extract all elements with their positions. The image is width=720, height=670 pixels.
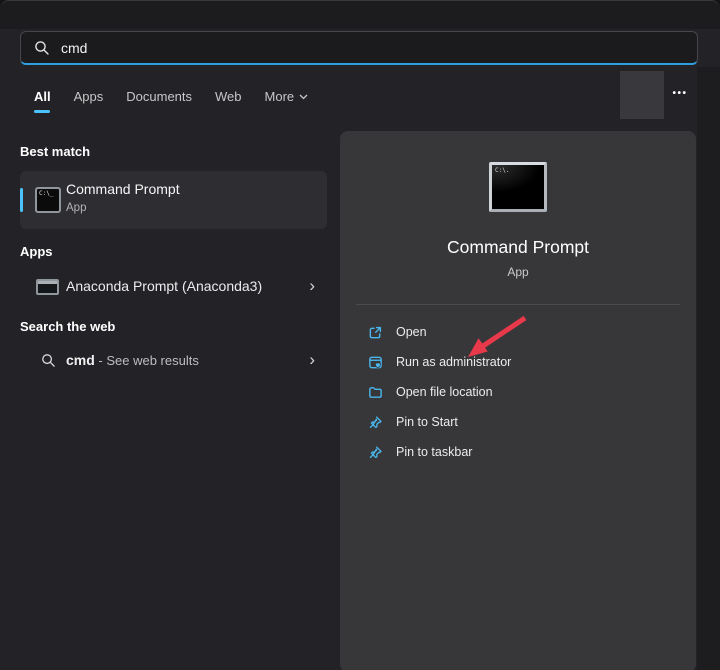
web-search-result[interactable]: cmd - See web results › — [20, 341, 327, 381]
action-label: Run as administrator — [396, 355, 511, 369]
gray-panel-artifact — [620, 71, 664, 119]
tab-apps[interactable]: Apps — [74, 89, 104, 113]
app-result-anaconda-prompt[interactable]: Anaconda Prompt (Anaconda3) › — [20, 267, 327, 307]
action-label: Pin to taskbar — [396, 445, 472, 459]
selected-tab-underline — [34, 110, 50, 113]
web-result-text: cmd - See web results — [66, 352, 199, 368]
result-title: Anaconda Prompt (Anaconda3) — [66, 278, 262, 294]
selection-accent-bar — [20, 188, 23, 212]
best-match-result-command-prompt[interactable]: C:\_ Command Prompt App — [20, 171, 327, 229]
chevron-right-icon[interactable]: › — [309, 349, 315, 371]
ellipsis-icon: ••• — [672, 88, 687, 99]
divider — [356, 304, 680, 305]
action-pin-to-taskbar[interactable]: Pin to taskbar — [340, 437, 696, 467]
preview-panel: C:\. Command Prompt App Open Run as admi… — [340, 131, 696, 670]
run-admin-icon — [368, 355, 383, 370]
window-top-strip — [0, 1, 720, 29]
best-match-header: Best match — [20, 144, 90, 159]
action-list: Open Run as administrator Open file loca… — [340, 317, 696, 467]
search-icon — [41, 353, 56, 373]
search-filter-tabs: All Apps Documents Web More — [34, 89, 308, 113]
pin-icon — [368, 445, 383, 460]
start-search-window: cmd All Apps Documents Web More ••• Best… — [0, 0, 720, 670]
tab-all[interactable]: All — [34, 89, 51, 113]
tab-more[interactable]: More — [265, 89, 309, 113]
action-label: Open file location — [396, 385, 493, 399]
search-icon — [34, 40, 50, 56]
action-run-as-administrator[interactable]: Run as administrator — [340, 347, 696, 377]
more-options-button[interactable]: ••• — [664, 85, 696, 103]
action-open-file-location[interactable]: Open file location — [340, 377, 696, 407]
preview-subtitle: App — [340, 265, 696, 279]
search-input[interactable]: cmd — [20, 31, 698, 65]
anaconda-prompt-icon — [36, 279, 59, 295]
action-label: Open — [396, 325, 427, 339]
search-the-web-header: Search the web — [20, 319, 115, 334]
tab-web[interactable]: Web — [215, 89, 242, 113]
action-pin-to-start[interactable]: Pin to Start — [340, 407, 696, 437]
result-subtitle: App — [66, 202, 86, 214]
window-right-margin — [697, 67, 720, 670]
pin-icon — [368, 415, 383, 430]
tab-documents[interactable]: Documents — [126, 89, 192, 113]
command-prompt-icon-large: C:\. — [489, 162, 547, 212]
action-open[interactable]: Open — [340, 317, 696, 347]
chevron-down-icon — [299, 94, 308, 100]
action-label: Pin to Start — [396, 415, 458, 429]
folder-icon — [368, 385, 383, 400]
preview-title: Command Prompt — [340, 237, 696, 258]
open-icon — [368, 325, 383, 340]
apps-header: Apps — [20, 244, 53, 259]
chevron-right-icon[interactable]: › — [309, 275, 315, 297]
command-prompt-icon: C:\_ — [35, 187, 61, 213]
result-title: Command Prompt — [66, 181, 180, 197]
search-query-text: cmd — [61, 40, 87, 56]
